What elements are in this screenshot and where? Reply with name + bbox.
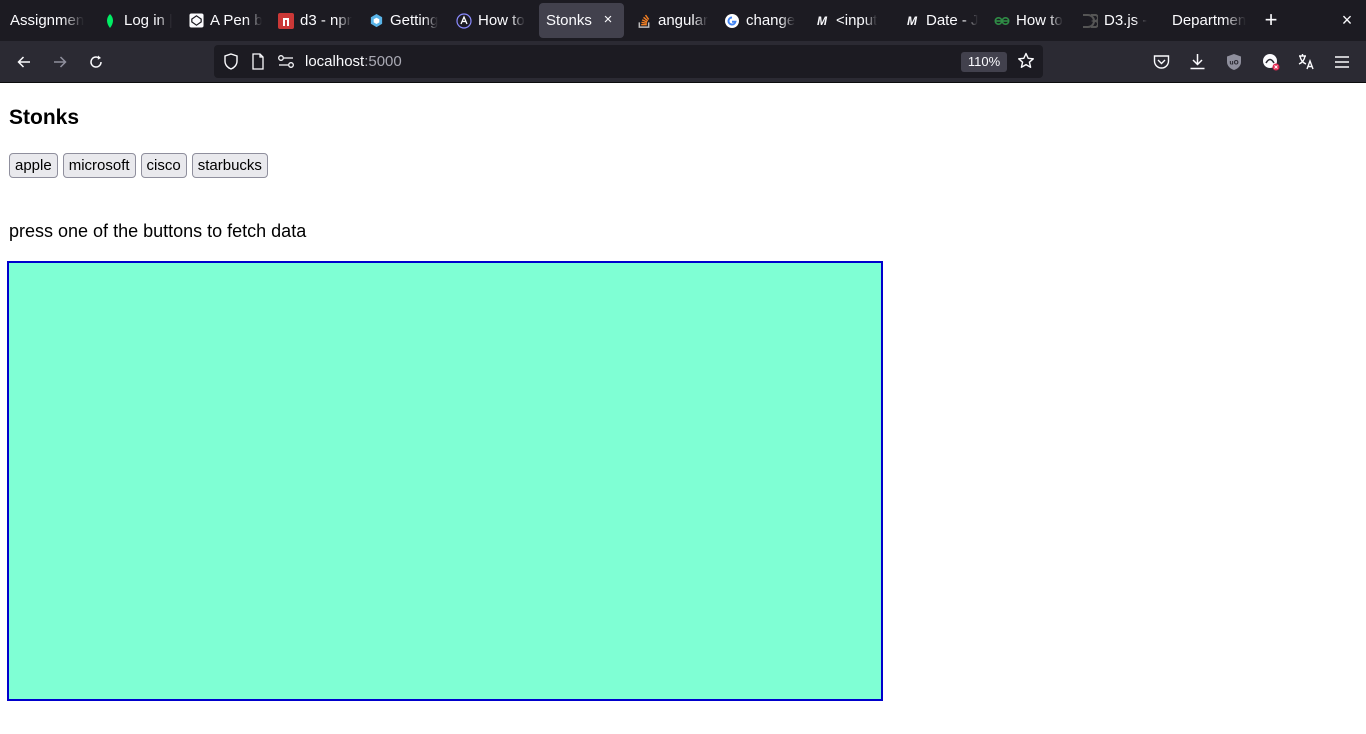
shield-icon[interactable] [223, 53, 239, 75]
forward-arrow-icon [54, 56, 67, 68]
permissions-icon[interactable] [277, 54, 295, 74]
navigation-toolbar: localhost:5000 110% uO [0, 41, 1366, 83]
back-button[interactable] [12, 50, 36, 74]
tab-label: angular [658, 12, 709, 29]
page-title: Stonks [9, 106, 80, 129]
tab-label: How to [478, 12, 525, 29]
codepen-icon [188, 13, 204, 29]
reload-icon [90, 55, 102, 68]
stackoverflow-icon [636, 13, 652, 29]
tab-assignment[interactable]: Assignment [4, 3, 84, 38]
back-arrow-icon [17, 56, 30, 68]
url-host: localhost [305, 53, 365, 70]
forward-button[interactable] [48, 50, 72, 74]
tab-label: <input [836, 12, 878, 29]
tab-label: change [746, 12, 796, 29]
stock-button-group: apple microsoft cisco starbucks [9, 153, 268, 178]
tab-getting-started[interactable]: Getting [362, 3, 442, 38]
tab-google-change[interactable]: change [718, 3, 798, 38]
tab-label: Log in | [124, 12, 172, 29]
url-bar[interactable]: localhost:5000 110% [214, 45, 1043, 78]
tab-label: A Pen by [210, 12, 262, 29]
tab-codepen[interactable]: A Pen by [182, 3, 262, 38]
geeksforgeeks-icon [994, 13, 1010, 29]
cisco-button[interactable]: cisco [140, 153, 187, 178]
d3-icon [1082, 13, 1098, 29]
downloads-icon[interactable] [1189, 53, 1206, 75]
tab-geeksforgeeks[interactable]: How to [988, 3, 1068, 38]
bookmark-star-icon[interactable] [1017, 52, 1035, 75]
tab-npm-d3[interactable]: d3 - npm [272, 3, 352, 38]
tab-label: d3 - npm [300, 12, 352, 29]
tab-d3js[interactable]: D3.js - [1076, 3, 1156, 38]
tab-stonks[interactable]: Stonks × [539, 3, 624, 38]
tab-mdn-date[interactable]: M Date - J [898, 3, 978, 38]
starbucks-button[interactable]: starbucks [191, 153, 268, 178]
url-port: :5000 [364, 53, 402, 70]
tab-label: D3.js - [1104, 12, 1148, 29]
leaf-icon [102, 13, 118, 29]
new-tab-button[interactable]: + [1260, 9, 1282, 31]
svg-text:uO: uO [1229, 60, 1238, 67]
chart-area [7, 261, 883, 701]
angular-icon [456, 12, 472, 29]
cube-icon [368, 13, 384, 29]
tab-stackoverflow-angular[interactable]: angular [630, 3, 710, 38]
menu-icon[interactable] [1334, 55, 1350, 74]
translate-icon[interactable] [1297, 53, 1315, 76]
tab-label: Date - J [926, 12, 978, 29]
tab-label: Stonks [546, 12, 592, 29]
tab-mdn-input[interactable]: M <input [808, 3, 888, 38]
mdn-icon: M [817, 13, 827, 28]
tab-mongodb-login[interactable]: Log in | [96, 3, 172, 38]
mdn-icon: M [907, 13, 917, 28]
status-message: press one of the buttons to fetch data [9, 221, 307, 241]
npm-icon [278, 12, 294, 29]
tab-how-to-angular[interactable]: How to [450, 3, 530, 38]
tab-strip: Assignment Log in | A Pen by d3 - npm Ge… [0, 0, 1366, 41]
window-close-button[interactable]: × [1337, 9, 1357, 31]
close-tab-icon[interactable]: × [600, 12, 616, 28]
reload-button[interactable] [84, 50, 108, 74]
tab-label: Department [1172, 12, 1246, 29]
microsoft-button[interactable]: microsoft [62, 153, 136, 178]
ublock-origin-icon[interactable]: uO [1226, 53, 1242, 76]
google-icon [724, 13, 740, 29]
pocket-icon[interactable] [1153, 54, 1170, 75]
tab-label: Assignment [10, 12, 84, 29]
tab-label: How to [1016, 12, 1063, 29]
tab-label: Getting [390, 12, 439, 29]
tab-department[interactable]: Department [1166, 3, 1246, 38]
url-text[interactable]: localhost:5000 [305, 53, 402, 70]
page-info-icon[interactable] [251, 53, 265, 75]
privacy-extension-icon[interactable] [1262, 53, 1280, 76]
apple-button[interactable]: apple [9, 153, 58, 178]
zoom-indicator[interactable]: 110% [961, 52, 1007, 72]
